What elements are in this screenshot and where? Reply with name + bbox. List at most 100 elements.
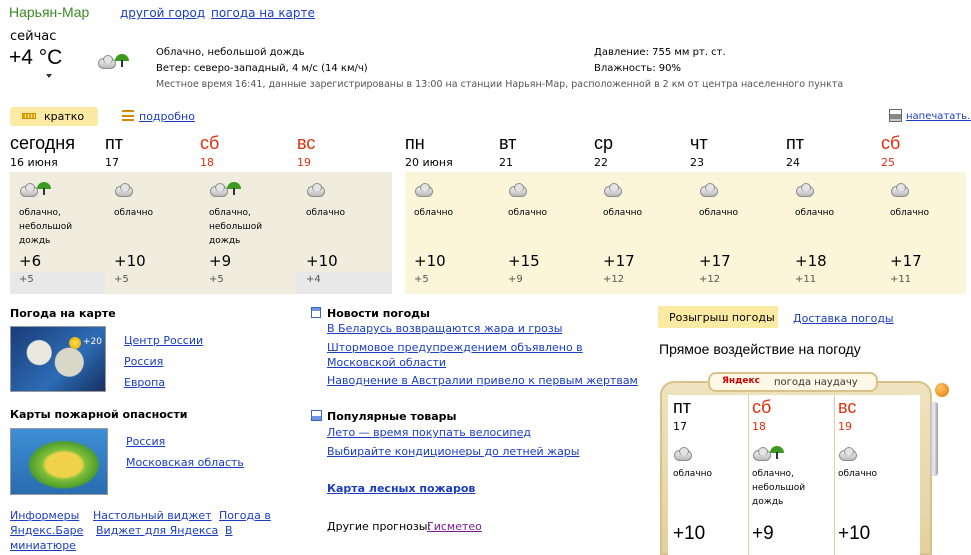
forecast-day-cell[interactable]: облачно +18 +11 [786, 172, 881, 294]
reel-condition: облачно, небольшой дождь [752, 469, 806, 507]
current-wind: Ветер: северо-западный, 4 м/с (14 км/ч) [156, 63, 368, 74]
yandex-bar-link[interactable]: Яндекс.Баре [10, 524, 83, 537]
map-weather-link[interactable]: погода на карте [211, 6, 315, 20]
map-link-europe[interactable]: Европа [124, 376, 165, 389]
reel-condition: облачно [838, 469, 878, 479]
forecast-day-cell[interactable]: облачно +17 +11 [881, 172, 971, 294]
day-weather-icons [209, 180, 241, 199]
day-name: вс [297, 133, 316, 153]
cloud-icon [306, 183, 325, 197]
reel-divider [834, 395, 835, 555]
day-temp: +10 [114, 252, 146, 270]
promo-headline: Прямое воздействие на погоду [659, 341, 861, 357]
news-item[interactable]: В Беларусь возвращаются жара и грозы [327, 322, 562, 335]
news-item[interactable]: Наводнение в Австралии привело к первым … [327, 374, 638, 387]
day-temp: +17 [890, 252, 922, 270]
sun-icon [69, 337, 81, 349]
map-block-title: Погода на карте [10, 307, 116, 320]
day-condition: облачно [603, 208, 643, 218]
reel-weather-icons [838, 444, 857, 463]
forecast-day-cell[interactable]: облачно +10 +4 [297, 172, 392, 294]
forecast-day-cell[interactable]: облачно, небольшой дождь +6 +5 [10, 172, 105, 294]
day-date: 20 июня [405, 156, 453, 169]
goods-item[interactable]: Лето — время покупать велосипед [327, 426, 531, 439]
detailed-icon [122, 110, 134, 121]
print-link[interactable]: напечатать... [906, 111, 971, 122]
city-title: Нарьян-Мар [9, 4, 90, 20]
yandex-logo: Яндекс [722, 376, 760, 386]
forecast-day-header: пн 20 июня [405, 132, 500, 169]
forecast-day-cell[interactable]: облачно +17 +12 [690, 172, 785, 294]
tab-detailed[interactable]: подробно [139, 110, 195, 123]
fire-link-russia[interactable]: Россия [126, 435, 165, 448]
station-note: Местное время 16:41, данные зарегистриро… [156, 79, 844, 90]
day-condition: облачно, небольшой дождь [209, 208, 263, 246]
goods-title: Популярные товары [327, 410, 457, 423]
goods-icon [311, 410, 322, 421]
day-temp: +10 [414, 252, 446, 270]
night-temp: +12 [603, 274, 625, 285]
forecast-day-cell[interactable]: облачно, небольшой дождь +9 +5 [200, 172, 295, 294]
fire-map-thumbnail[interactable] [10, 428, 108, 495]
brief-icon [22, 113, 36, 119]
day-condition: облачно [699, 208, 739, 218]
forecast-day-cell[interactable]: облачно +10 +5 [405, 172, 500, 294]
forecast-day-header: пт 24 [786, 132, 881, 169]
day-name: сб [200, 133, 220, 153]
map-link-central-russia[interactable]: Центр России [124, 334, 203, 347]
day-name: вт [499, 133, 517, 153]
slot-reel: пт 17 облачно +10 [673, 397, 751, 552]
tab-lottery[interactable]: Розыгрыш погоды [658, 306, 778, 328]
map-link-russia[interactable]: Россия [124, 355, 163, 368]
umbrella-icon [37, 181, 51, 195]
umbrella-icon [227, 181, 241, 195]
forecast-day-cell[interactable]: облачно +15 +9 [499, 172, 594, 294]
day-condition: облачно [414, 208, 454, 218]
day-weather-icons [795, 180, 814, 199]
cloud-icon [795, 183, 814, 197]
tab-delivery[interactable]: Доставка погоды [793, 312, 894, 325]
slot-lever-handle[interactable] [935, 383, 949, 397]
cloud-icon [890, 183, 909, 197]
reel-day-date: 17 [673, 420, 687, 433]
weather-map-thumbnail[interactable]: +20 [10, 326, 106, 392]
tab-brief-label: кратко [44, 110, 85, 123]
day-weather-icons [414, 180, 433, 199]
day-name: чт [690, 133, 708, 153]
forecast-day-header: чт 23 [690, 132, 785, 169]
unit-dropdown-arrow[interactable] [46, 74, 52, 78]
tab-brief[interactable]: кратко [10, 107, 98, 126]
news-item[interactable]: Штормовое предупреждением объявлено в Мо… [327, 340, 589, 370]
fires-map-link[interactable]: Карта лесных пожаров [327, 482, 475, 495]
day-date: 19 [297, 156, 311, 169]
day-date: 25 [881, 156, 895, 169]
night-temp: +5 [114, 274, 129, 285]
day-temp: +17 [603, 252, 635, 270]
day-name: сб [881, 133, 901, 153]
weather-in-link[interactable]: Погода в [219, 509, 271, 522]
day-condition: облачно [114, 208, 154, 218]
forecast-day-header: сегодня 16 июня [10, 132, 105, 169]
goods-item[interactable]: Выбирайте кондиционеры до летней жары [327, 445, 579, 458]
desktop-widget-link[interactable]: Настольный виджет [93, 509, 212, 522]
forecast-day-cell[interactable]: облачно +17 +12 [594, 172, 689, 294]
current-humidity: Влажность: 90% [594, 63, 682, 74]
informers-link[interactable]: Информеры [10, 509, 79, 522]
other-city-link[interactable]: другой город [120, 6, 205, 20]
fire-link-moscow-region[interactable]: Московская область [126, 456, 244, 469]
slot-machine-title: погода наудачу [774, 377, 858, 388]
forecast-day-header: вс 19 [297, 132, 392, 169]
forecast-day-cell[interactable]: облачно +10 +5 [105, 172, 200, 294]
current-condition-icons [97, 52, 129, 71]
miniature-link-prefix[interactable]: В [225, 524, 233, 537]
reel-day-date: 18 [752, 420, 766, 433]
yandex-widget-link[interactable]: Виджет для Яндекса [96, 524, 218, 537]
cloud-icon [673, 447, 692, 461]
day-temp: +9 [209, 252, 232, 270]
umbrella-icon [770, 445, 784, 459]
day-name: ср [594, 133, 614, 153]
cloud-icon [97, 55, 116, 69]
miniature-link[interactable]: миниатюре [10, 539, 76, 552]
day-date: 16 июня [10, 156, 58, 169]
gismeteo-link[interactable]: Гисметео [427, 520, 482, 533]
